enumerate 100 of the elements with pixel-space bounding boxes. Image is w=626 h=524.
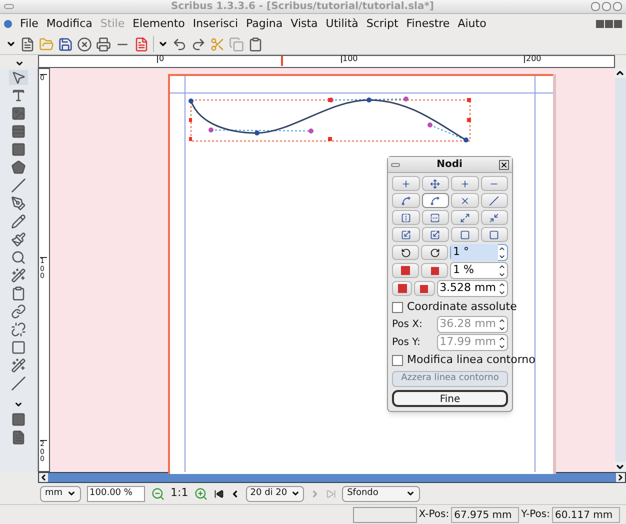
position-label: Pos X: xyxy=(392,318,424,332)
scroll-up-icon[interactable] xyxy=(615,68,626,78)
layer-dropdown[interactable]: Sfondo xyxy=(342,486,420,502)
move-handle-icon xyxy=(430,178,440,188)
scroll-down-icon[interactable] xyxy=(615,462,626,472)
line-icon[interactable] xyxy=(11,178,26,193)
pencil-icon[interactable] xyxy=(11,214,26,229)
menu-item[interactable]: Finestre xyxy=(406,16,450,32)
node-tool-button[interactable] xyxy=(422,227,449,242)
menu-item[interactable]: Inserisci xyxy=(192,16,238,32)
checkbox[interactable] xyxy=(392,354,403,366)
node-tool-button[interactable] xyxy=(422,193,449,208)
maximize-button[interactable] xyxy=(602,2,611,11)
clipboard-icon[interactable] xyxy=(248,36,263,52)
node-tool-button[interactable] xyxy=(392,176,420,191)
close-icon[interactable] xyxy=(77,36,92,52)
pen-icon[interactable] xyxy=(11,196,26,211)
shrink-button[interactable] xyxy=(392,263,419,278)
table-icon[interactable] xyxy=(11,124,26,139)
node-tool-button[interactable] xyxy=(451,210,478,225)
vertical-scrollbar[interactable] xyxy=(615,68,626,472)
image-frame-icon[interactable] xyxy=(11,106,26,121)
menu-item[interactable]: Elemento xyxy=(132,16,185,32)
curve-icon xyxy=(430,196,440,206)
menu-item[interactable]: Script xyxy=(366,16,398,32)
zoom-icon[interactable] xyxy=(11,250,26,265)
zoom-ratio-button[interactable]: 1:1 xyxy=(170,485,188,502)
node-tool-button[interactable] xyxy=(392,227,420,242)
flip-horizontal-icon xyxy=(400,212,411,222)
wand-icon[interactable] xyxy=(11,268,26,283)
x-position-value: 67.975 mm xyxy=(451,506,520,522)
menu-item[interactable]: Pagina xyxy=(246,16,283,32)
document-icon[interactable] xyxy=(11,430,26,445)
printer-icon[interactable] xyxy=(96,36,111,52)
caret-icon[interactable] xyxy=(158,39,168,49)
save-icon[interactable] xyxy=(58,36,73,52)
node-tool-button[interactable] xyxy=(392,210,420,225)
rotate-left-icon xyxy=(400,248,410,258)
rotate-right-icon xyxy=(430,248,440,258)
square-icon[interactable] xyxy=(11,340,26,355)
first-page-icon[interactable] xyxy=(214,488,224,498)
scroll-right-icon[interactable] xyxy=(616,473,625,482)
page-dropdown[interactable]: 20 di 20 xyxy=(246,486,304,502)
shrink-button[interactable] xyxy=(392,281,412,296)
rotate-right-button[interactable] xyxy=(421,245,448,260)
node-tool-button[interactable] xyxy=(480,227,508,242)
ruler-label: 100 xyxy=(340,55,358,63)
pdf-icon[interactable] xyxy=(134,36,149,52)
done-button[interactable]: Fine xyxy=(392,390,508,407)
rotate-left-button[interactable] xyxy=(392,245,419,260)
status-field xyxy=(352,506,417,522)
menu-item[interactable]: Vista xyxy=(290,16,318,32)
node-tool-button[interactable] xyxy=(422,176,449,191)
line-icon xyxy=(489,196,500,206)
caret-icon[interactable] xyxy=(6,39,16,49)
node-tool-button[interactable] xyxy=(451,193,478,208)
zoom-field[interactable]: 100.00 % xyxy=(86,486,145,502)
menu-item[interactable]: Utilità xyxy=(326,16,358,32)
unit-dropdown[interactable]: mm xyxy=(40,486,81,502)
node-tool-button[interactable] xyxy=(480,210,508,225)
window-title: Scribus 1.3.3.6 - [Scribus/tutorial/tutorial.sla*] xyxy=(170,0,436,14)
node-tool-button[interactable] xyxy=(392,193,420,208)
node-tool-button[interactable] xyxy=(480,193,508,208)
node-tool-button[interactable] xyxy=(451,176,478,191)
text-frame-icon[interactable] xyxy=(11,88,26,103)
position-label: Pos Y: xyxy=(392,336,422,350)
checkbox-label: Coordinate assolute xyxy=(407,298,517,315)
ruler-marker-icon xyxy=(281,56,283,66)
scroll-left-icon[interactable] xyxy=(39,473,48,482)
spin-field[interactable]: 1 ° xyxy=(450,244,508,261)
undo-icon[interactable] xyxy=(172,36,187,52)
menu-item[interactable]: Modifica xyxy=(46,16,92,32)
unlink-icon[interactable] xyxy=(11,322,26,337)
enlarge-button[interactable] xyxy=(414,281,435,296)
checkbox[interactable] xyxy=(392,302,403,312)
zoom-out-icon[interactable] xyxy=(150,486,165,500)
expand-icon xyxy=(460,212,470,222)
menu-item[interactable]: File xyxy=(20,16,38,32)
new-document-icon[interactable] xyxy=(20,36,35,52)
enlarge-button[interactable] xyxy=(421,263,448,278)
caret-icon[interactable] xyxy=(14,400,23,409)
spin-field[interactable]: 3.528 mm xyxy=(436,280,508,297)
square-icon[interactable] xyxy=(11,142,26,157)
close-button[interactable] xyxy=(499,160,509,170)
pentagon-icon[interactable] xyxy=(11,160,26,175)
pointer-icon[interactable] xyxy=(9,70,28,85)
panel-menu-icon[interactable] xyxy=(391,162,400,166)
node-tool-button[interactable] xyxy=(451,227,478,242)
flip-vertical-icon xyxy=(430,212,440,222)
brush-icon[interactable] xyxy=(11,232,26,247)
spin-field[interactable]: 1 % xyxy=(450,262,508,279)
zoom-in-icon[interactable] xyxy=(194,486,208,500)
node-tool-button[interactable] xyxy=(480,176,508,191)
ruler-label: 0 xyxy=(157,55,164,63)
menu-item[interactable]: Aiuto xyxy=(458,16,486,32)
caret-icon xyxy=(291,489,300,498)
link-icon[interactable] xyxy=(11,304,26,319)
square-icon[interactable] xyxy=(11,412,26,427)
redo-icon[interactable] xyxy=(191,36,206,52)
node-tool-button[interactable] xyxy=(422,210,449,225)
